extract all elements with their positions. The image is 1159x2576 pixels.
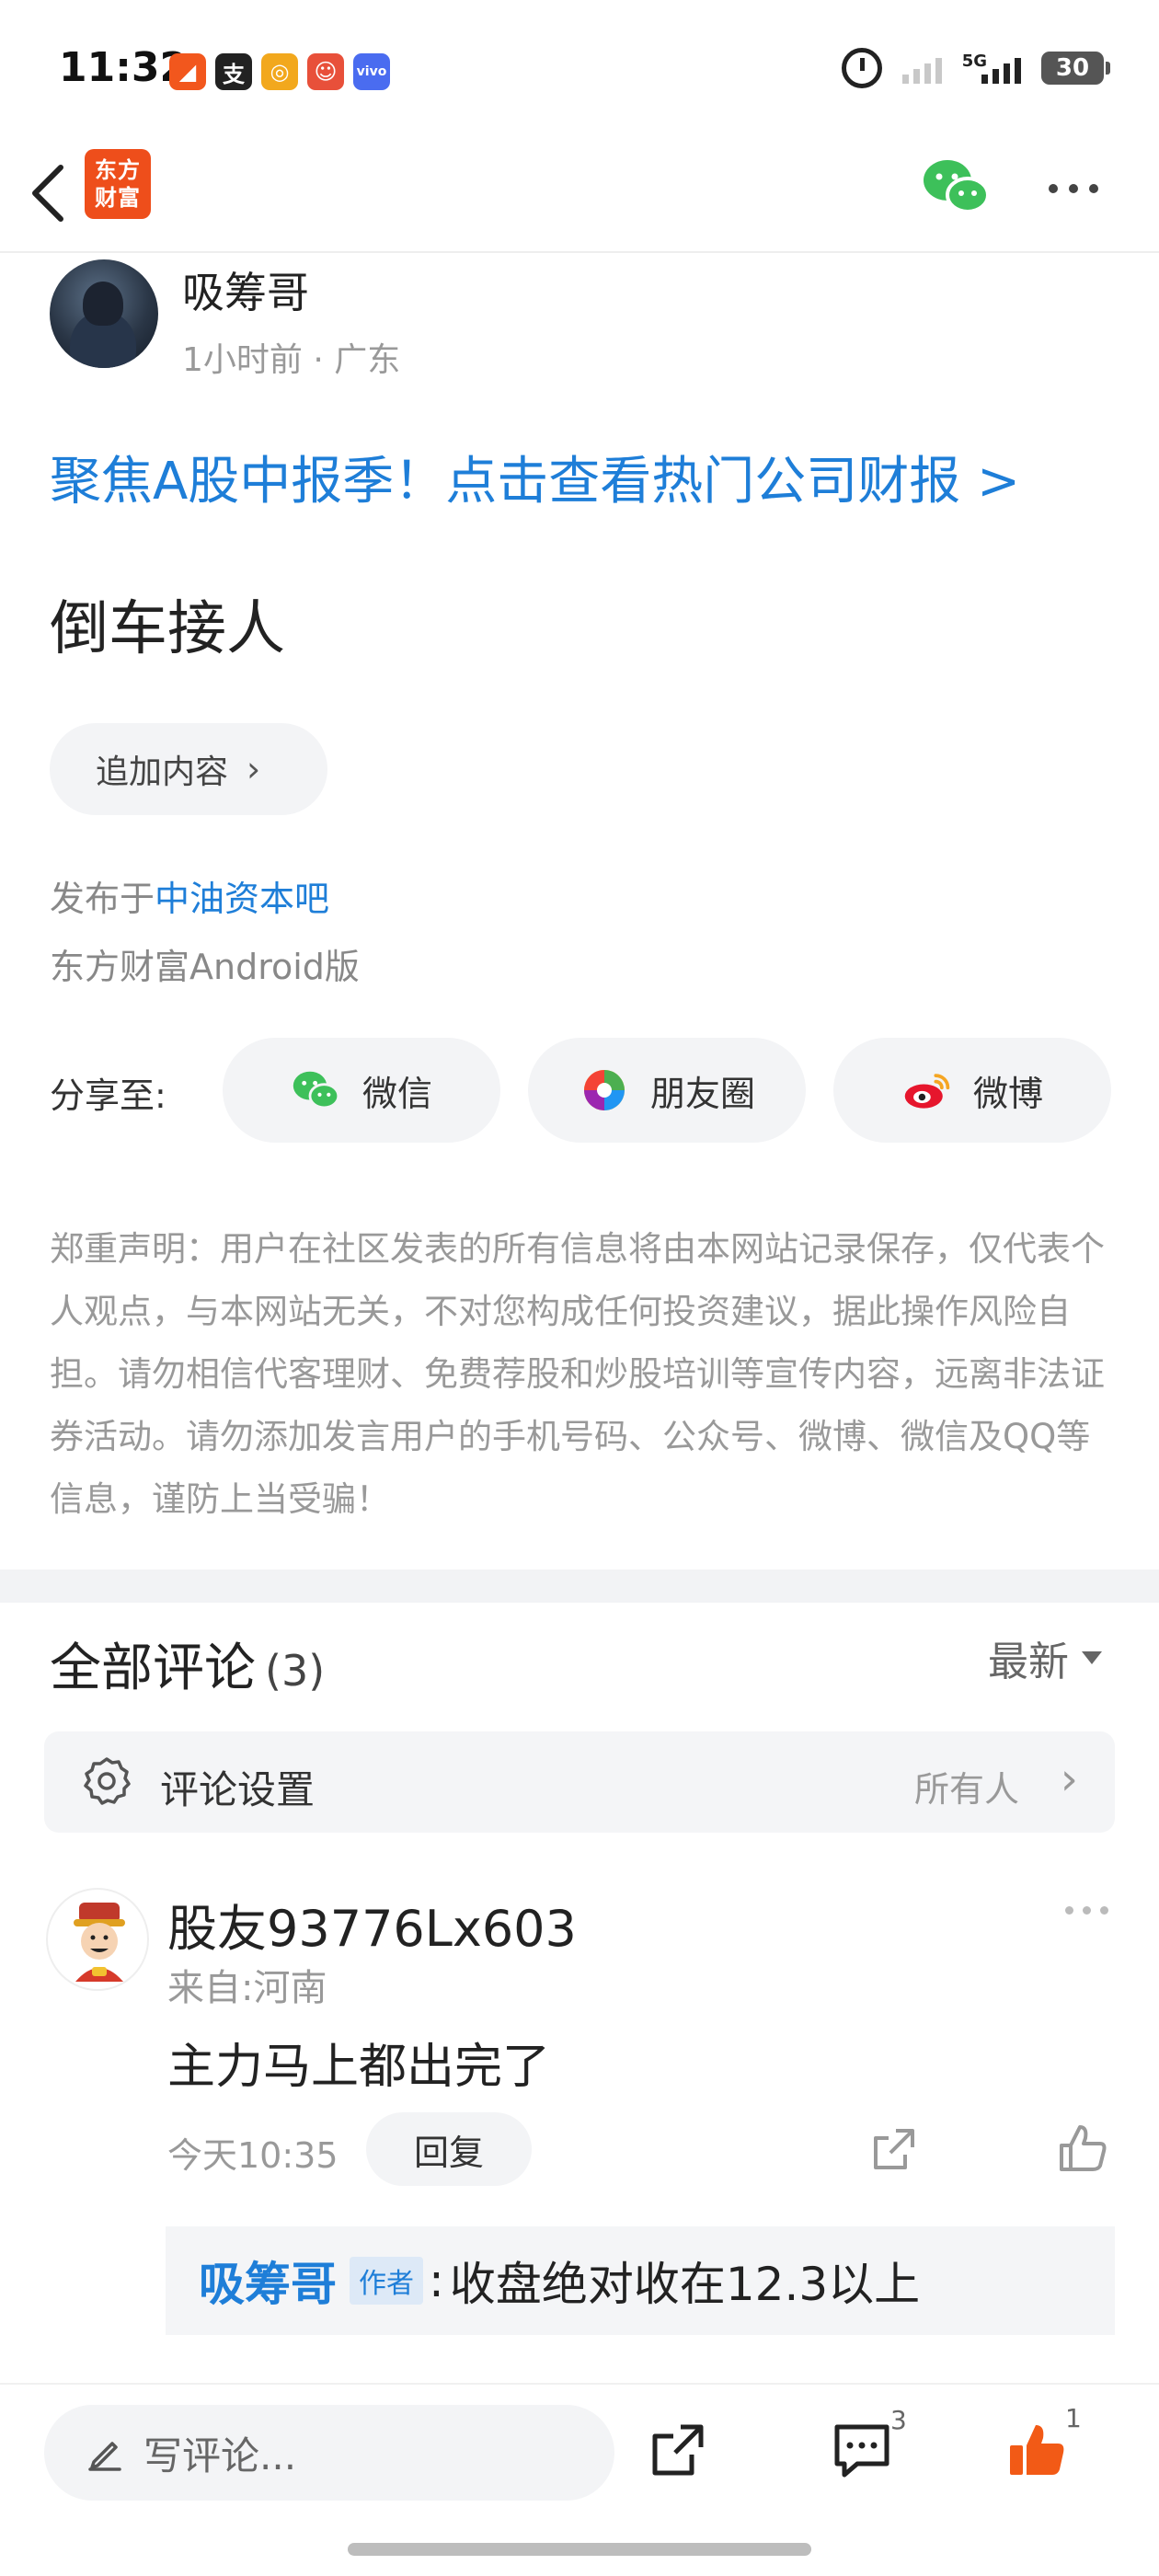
alarm-icon: [841, 48, 882, 88]
pencil-icon: [88, 2442, 121, 2471]
add-content-button[interactable]: 追加内容 ›: [50, 723, 327, 815]
more-options-icon[interactable]: [1049, 175, 1113, 202]
chevron-right-icon: ›: [1060, 1754, 1078, 1805]
home-indicator[interactable]: [348, 2543, 811, 2556]
forward-share-icon[interactable]: [648, 2420, 708, 2480]
vivo-notification-icon: vivo: [353, 53, 390, 90]
post-title: 倒车接人: [50, 595, 285, 663]
share-label: 分享至:: [50, 1075, 166, 1116]
comments-title: 全部评论: [50, 1639, 256, 1698]
thumbs-up-icon[interactable]: [1056, 2122, 1109, 2175]
comment-time: 今天10:35: [167, 2135, 339, 2176]
battery-level: 30: [1055, 54, 1090, 82]
gear-icon: [84, 1757, 131, 1805]
post-meta: 1小时前 · 广东: [182, 341, 401, 379]
comments-count: (3): [265, 1646, 326, 1696]
share-wechat-button[interactable]: 微信: [223, 1038, 500, 1143]
published-in: 发布于中油资本吧: [50, 870, 329, 921]
chevron-left-icon: [32, 165, 63, 222]
caret-down-icon: [1082, 1651, 1102, 1664]
share-moments-label: 朋友圈: [649, 1073, 755, 1114]
eastmoney-logo[interactable]: 东方 财富: [85, 149, 151, 219]
back-button[interactable]: [22, 156, 77, 230]
status-indicators: 5G 30: [841, 48, 1110, 88]
disclaimer-text: 郑重声明：用户在社区发表的所有信息将由本网站记录保存，仅代表个人观点，与本网站无…: [50, 1229, 1105, 1519]
signal-5g-icon: [981, 52, 1021, 84]
comment-count-badge: 3: [890, 2405, 907, 2435]
wechat-share-icon[interactable]: [920, 155, 993, 219]
moments-icon: [583, 1070, 625, 1110]
comment-icon[interactable]: [832, 2420, 892, 2480]
app-header: 东方 财富: [0, 138, 1159, 253]
app-notification-icon: ◢: [169, 53, 206, 90]
write-comment-placeholder: 写评论...: [143, 2432, 297, 2478]
share-weibo-label: 微博: [972, 1073, 1043, 1114]
commenter-name[interactable]: 股友93776Lx603: [167, 1888, 577, 1961]
share-weibo-button[interactable]: 微博: [833, 1038, 1111, 1143]
app-notification-icon: ◎: [261, 53, 298, 90]
section-divider: [0, 1570, 1159, 1603]
author-reply: 吸筹哥 作者 : 收盘绝对收在12.3以上: [166, 2226, 1115, 2335]
sort-label: 最新: [988, 1639, 1069, 1685]
bottom-action-bar: 写评论... 3 1: [0, 2383, 1159, 2576]
alipay-notification-icon: 支: [215, 53, 252, 90]
commenter-avatar[interactable]: [46, 1888, 149, 1991]
logo-text-2: 财富: [95, 185, 141, 211]
published-prefix: 发布于: [50, 879, 155, 919]
weibo-icon: [904, 1074, 950, 1109]
share-moments-button[interactable]: 朋友圈: [528, 1038, 806, 1143]
comment-settings-row[interactable]: 评论设置 所有人 ›: [44, 1731, 1115, 1833]
share-icon[interactable]: [868, 2123, 920, 2175]
chevron-right-icon: ›: [247, 749, 261, 789]
reply-author-name[interactable]: 吸筹哥: [199, 2248, 337, 2314]
status-bar: 11:32 ◢ 支 ◎ ☺ vivo 5G 30: [0, 0, 1159, 138]
comment-more-icon[interactable]: [1065, 1906, 1108, 1915]
app-notification-icon: ☺: [307, 53, 344, 90]
comment-text: 主力马上都出完了: [167, 2040, 551, 2095]
reply-colon: :: [429, 2254, 444, 2307]
fortune-god-avatar-icon: [74, 1903, 125, 1982]
author-tag-badge: 作者: [350, 2257, 423, 2305]
author-name[interactable]: 吸筹哥: [182, 259, 309, 320]
sort-dropdown[interactable]: 最新: [988, 1628, 1102, 1687]
comment-settings-value: 所有人: [913, 1769, 1019, 1810]
commenter-region: 来自:河南: [167, 1967, 327, 2009]
share-wechat-label: 微信: [361, 1073, 432, 1114]
logo-text-1: 东方: [95, 157, 141, 183]
client-source: 东方财富Android版: [50, 947, 360, 987]
comment-settings-label: 评论设置: [160, 1767, 316, 1812]
notification-icons: ◢ 支 ◎ ☺ vivo: [169, 53, 390, 90]
add-content-label: 追加内容: [96, 753, 229, 791]
thumbs-up-filled-icon[interactable]: [1006, 2420, 1067, 2480]
author-avatar[interactable]: [50, 259, 158, 368]
promo-link[interactable]: 聚焦A股中报季！点击查看热门公司财报 >: [50, 440, 1020, 514]
reply-text: 收盘绝对收在12.3以上: [449, 2258, 921, 2311]
reply-button[interactable]: 回复: [366, 2112, 532, 2186]
battery-icon: 30: [1041, 52, 1110, 85]
wechat-icon: [293, 1071, 340, 1110]
stock-bar-link[interactable]: 中油资本吧: [155, 879, 329, 919]
write-comment-input[interactable]: 写评论...: [44, 2405, 614, 2501]
like-count-badge: 1: [1065, 2403, 1082, 2433]
signal-icon: [901, 52, 942, 84]
network-type: 5G: [961, 52, 987, 71]
comments-header: 全部评论 (3): [50, 1627, 325, 1701]
